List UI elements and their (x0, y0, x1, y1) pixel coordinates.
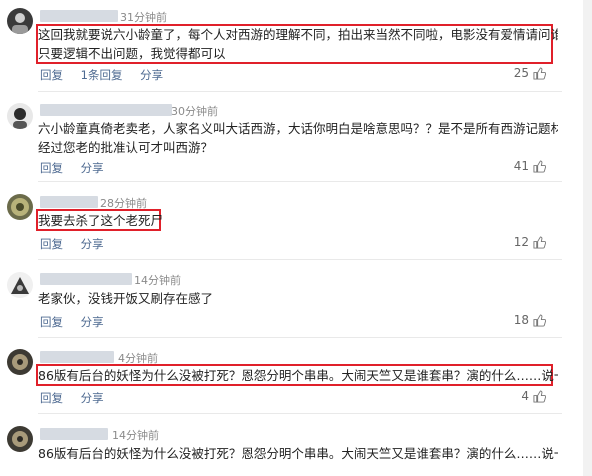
reply-button[interactable]: 回复 (40, 161, 63, 175)
comment-text-line: 经过您老的批准认可才叫西游？ (38, 140, 214, 155)
comment-actions: 回复 分享 (40, 314, 118, 330)
comment-time: 14分钟前 (112, 429, 159, 442)
username-blurred[interactable] (40, 196, 98, 208)
username-blurred[interactable] (40, 351, 114, 363)
thumbs-up-icon (533, 159, 546, 173)
comment-item: 30分钟前 六小龄童真倚老卖老，人家名义叫大话西游，大话你明白是啥意思吗？？是不… (0, 92, 592, 180)
comment-item: 28分钟前 我要去杀了这个老死尸 回复 分享 12 (0, 182, 592, 258)
comment-item: 4分钟前 86版有后台的妖怪为什么没被打死？恩怨分明个串串。大闹天竺又是谁套串？… (0, 338, 592, 414)
thumbs-up-icon (533, 389, 546, 403)
like-count: 12 (513, 235, 529, 249)
share-button[interactable]: 分享 (140, 68, 163, 82)
like-count: 25 (513, 66, 529, 80)
reply-button[interactable]: 回复 (40, 68, 63, 82)
avatar[interactable] (7, 8, 33, 34)
scrollbar[interactable] (583, 0, 592, 476)
share-button[interactable]: 分享 (81, 391, 104, 405)
comment-text-line: 86版有后台的妖怪为什么没被打死？恩怨分明个串串。大闹天竺又是谁套串？演的什么…… (38, 368, 558, 383)
share-button[interactable]: 分享 (81, 315, 104, 329)
reply-button[interactable]: 回复 (40, 315, 63, 329)
username-blurred[interactable] (40, 104, 172, 116)
avatar[interactable] (7, 272, 33, 298)
comment-actions: 回复 1条回复 分享 (40, 67, 177, 83)
comment-text-line: 这回我就要说六小龄童了，每个人对西游的理解不同，拍出来当然不同啦，电影没有爱情请… (38, 27, 558, 42)
comment-time: 31分钟前 (120, 11, 167, 24)
comment-text-line: 只要逻辑不出问题，我觉得都可以 (38, 46, 226, 61)
thumbs-up-icon (533, 66, 546, 80)
comment-time: 30分钟前 (171, 105, 218, 118)
avatar[interactable] (7, 194, 33, 220)
like-count: 41 (513, 159, 529, 173)
comment-actions: 回复 分享 (40, 236, 118, 252)
avatar[interactable] (7, 426, 33, 452)
comment-item: 14分钟前 86版有后台的妖怪为什么没被打死？恩怨分明个串串。大闹天竺又是谁套串… (0, 414, 592, 476)
thumbs-up-icon (533, 235, 546, 249)
comment-time: 14分钟前 (134, 274, 181, 287)
comment-actions: 回复 分享 (40, 160, 118, 176)
reply-button[interactable]: 回复 (40, 237, 63, 251)
reply-count-link[interactable]: 1条回复 (81, 68, 123, 82)
like-button[interactable]: 41 (514, 159, 546, 173)
thumbs-up-icon (533, 313, 546, 327)
share-button[interactable]: 分享 (81, 161, 104, 175)
comment-text-line: 86版有后台的妖怪为什么没被打死？恩怨分明个串串。大闹天竺又是谁套串？演的什么…… (38, 446, 558, 461)
avatar[interactable] (7, 103, 33, 129)
username-blurred[interactable] (40, 10, 118, 22)
reply-button[interactable]: 回复 (40, 391, 63, 405)
username-blurred[interactable] (40, 428, 108, 440)
comment-text-line: 我要去杀了这个老死尸 (38, 213, 164, 228)
like-button[interactable]: 25 (514, 66, 546, 80)
like-count: 4 (521, 389, 529, 403)
comment-actions: 回复 分享 (40, 390, 118, 406)
like-button[interactable]: 4 (521, 389, 546, 403)
comment-text-line: 老家伙，没钱开饭又刷存在感了 (38, 291, 214, 306)
share-button[interactable]: 分享 (81, 237, 104, 251)
comment-item: 31分钟前 这回我就要说六小龄童了，每个人对西游的理解不同，拍出来当然不同啦，电… (0, 0, 592, 90)
username-blurred[interactable] (40, 273, 132, 285)
avatar[interactable] (7, 349, 33, 375)
comment-item: 14分钟前 老家伙，没钱开饭又刷存在感了 回复 分享 18 (0, 260, 592, 336)
like-button[interactable]: 18 (514, 313, 546, 327)
comment-text-line: 六小龄童真倚老卖老，人家名义叫大话西游，大话你明白是啥意思吗？？是不是所有西游记… (38, 121, 558, 136)
like-count: 18 (513, 313, 529, 327)
like-button[interactable]: 12 (514, 235, 546, 249)
